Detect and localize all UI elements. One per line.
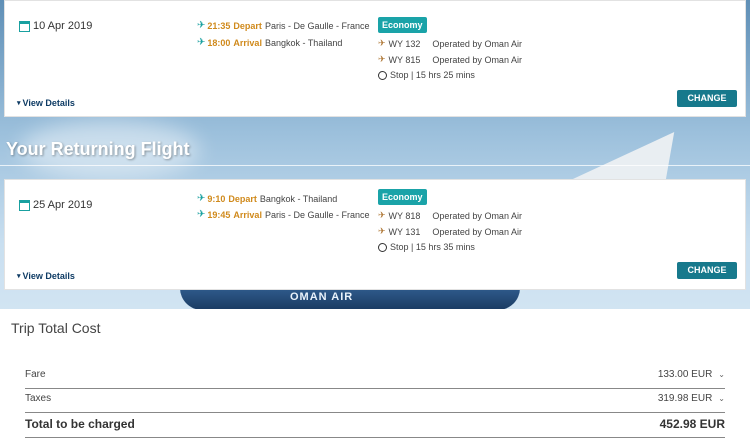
clock-icon xyxy=(378,70,387,80)
total-row: Total to be charged 452.98 EUR xyxy=(25,417,725,431)
landing-icon: ✈ xyxy=(197,37,206,48)
trip-cost-panel: Trip Total Cost Fare 133.00 EUR ⌄ Taxes … xyxy=(0,309,750,444)
flight-segment: ✈ WY 818 Operated by Oman Air xyxy=(378,210,522,221)
flight-segment: ✈ WY 131 Operated by Oman Air xyxy=(378,226,522,237)
takeoff-icon: ✈ xyxy=(197,20,206,31)
view-details-link[interactable]: ▾ View Details xyxy=(17,98,75,108)
divider xyxy=(25,412,725,413)
takeoff-icon: ✈ xyxy=(197,193,206,204)
change-button[interactable]: CHANGE xyxy=(677,262,737,279)
calendar-icon xyxy=(19,20,30,32)
banner-text: OMAN AIR xyxy=(290,291,354,303)
airline-logo-icon: ✈ xyxy=(378,226,386,236)
clock-icon xyxy=(378,242,387,252)
airline-logo-icon: ✈ xyxy=(378,54,386,64)
change-button[interactable]: CHANGE xyxy=(677,90,737,107)
landing-icon: ✈ xyxy=(197,209,206,220)
stop-info: Stop | 15 hrs 25 mins xyxy=(378,70,475,80)
airline-logo-icon: ✈ xyxy=(378,210,386,220)
flight-segment: ✈ WY 132 Operated by Oman Air xyxy=(378,38,522,49)
flight-segment: ✈ WY 815 Operated by Oman Air xyxy=(378,54,522,65)
section-title: Your Returning Flight xyxy=(6,139,190,159)
return-arrival: ✈ 19:45 Arrival Paris - De Gaulle - Fran… xyxy=(197,209,370,220)
chevron-down-icon: ▾ xyxy=(17,100,21,107)
divider xyxy=(25,437,725,438)
outbound-arrival: ✈ 18:00 Arrival Bangkok - Thailand xyxy=(197,37,343,48)
chevron-down-icon: ⌄ xyxy=(718,394,725,403)
outbound-flight-card: 10 Apr 2019 ✈ 21:35 Depart Paris - De Ga… xyxy=(4,0,746,117)
return-date: 25 Apr 2019 xyxy=(19,199,92,211)
return-flight-card: 25 Apr 2019 ✈ 9:10 Depart Bangkok - Thai… xyxy=(4,179,746,290)
outbound-date: 10 Apr 2019 xyxy=(19,20,92,32)
stop-info: Stop | 15 hrs 35 mins xyxy=(378,242,475,252)
divider xyxy=(0,165,750,166)
taxes-row[interactable]: Taxes 319.98 EUR ⌄ xyxy=(25,393,725,404)
chevron-down-icon: ▾ xyxy=(17,273,21,280)
cabin-badge: Economy xyxy=(378,17,427,33)
outbound-depart: ✈ 21:35 Depart Paris - De Gaulle - Franc… xyxy=(197,20,370,31)
cabin-badge: Economy xyxy=(378,189,427,205)
calendar-icon xyxy=(19,199,30,211)
airline-logo-icon: ✈ xyxy=(378,38,386,48)
divider xyxy=(25,388,725,389)
plane-wing-image xyxy=(570,132,675,180)
chevron-down-icon: ⌄ xyxy=(718,370,725,379)
view-details-link[interactable]: ▾ View Details xyxy=(17,271,75,281)
fare-row[interactable]: Fare 133.00 EUR ⌄ xyxy=(25,369,725,380)
return-depart: ✈ 9:10 Depart Bangkok - Thailand xyxy=(197,193,338,204)
cost-title: Trip Total Cost xyxy=(11,320,101,336)
